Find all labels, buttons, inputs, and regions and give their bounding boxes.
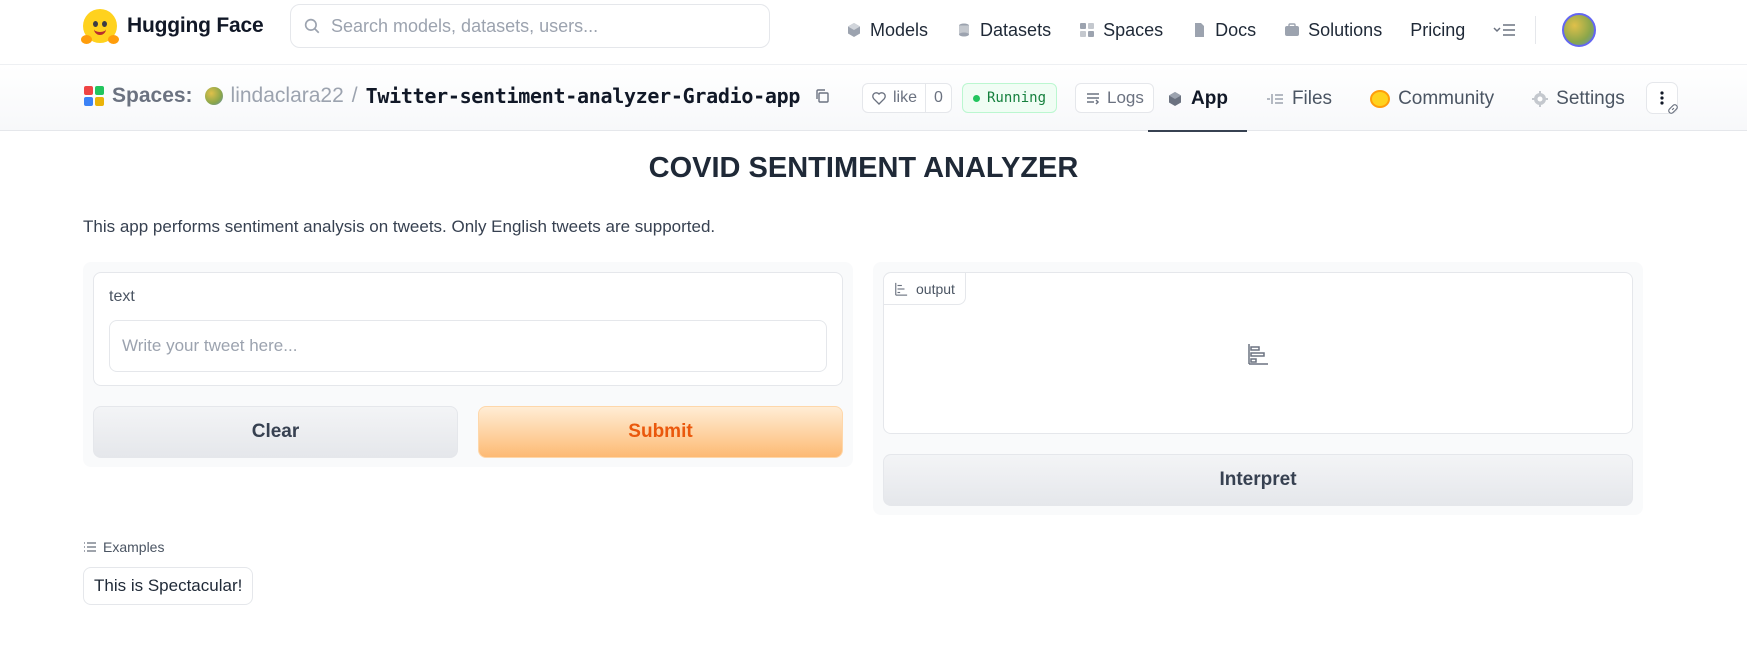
label-placeholder-icon [1248,344,1268,365]
like-label: like [893,89,918,106]
examples-header: Examples [83,539,164,555]
text-input-block: text [93,272,843,386]
tab-app-label: App [1191,87,1228,109]
space-header: Spaces: lindaclara22 / Twitter-sentiment… [0,66,1747,132]
models-icon [848,23,860,37]
main-nav: Models Datasets Spaces Docs Solutions Pr… [846,13,1597,47]
vertical-dots-icon [1660,91,1664,105]
like-count: 0 [934,89,943,106]
spaces-logo-icon [84,86,104,106]
tab-settings[interactable]: Settings [1513,66,1644,131]
datasets-icon [959,23,970,37]
output-label-tab: output [884,273,966,305]
nav-item-docs[interactable]: Docs [1191,20,1256,41]
heart-icon [872,92,886,105]
list-icon [84,542,96,552]
solutions-icon [1285,23,1300,36]
brand-name: Hugging Face [127,14,264,37]
nav-item-datasets[interactable]: Datasets [956,20,1051,41]
nav-item-models[interactable]: Models [846,20,928,41]
nav-label-spaces: Spaces [1103,19,1164,40]
tab-community[interactable]: Community [1351,66,1513,131]
output-panel: output Interpret [873,262,1643,515]
gear-icon [1532,90,1549,107]
tab-files-label: Files [1291,87,1333,109]
copy-icon[interactable] [814,88,830,104]
tab-app[interactable]: App [1148,66,1247,132]
nav-label-docs: Docs [1215,19,1257,40]
app-cube-icon [1169,91,1181,106]
breadcrumb-separator: / [351,84,358,107]
tweet-input[interactable] [109,320,827,372]
logs-label: Logs [1107,88,1144,107]
hugging-face-emoji-icon [81,9,119,44]
space-tabs: App Files Community Settings [1148,66,1644,132]
search-icon [304,18,320,34]
space-breadcrumb: Spaces: lindaclara22 / Twitter-sentiment… [84,84,830,108]
logs-button[interactable]: Logs [1075,83,1154,113]
app-description: This app performs sentiment analysis on … [83,217,716,236]
top-navbar: Hugging Face Models Datasets Spaces [0,0,1747,65]
owner-avatar [204,87,223,105]
status-dot-icon [973,94,980,102]
text-input-label: text [109,288,135,305]
like-button[interactable]: like 0 [862,83,952,113]
output-label: output [916,280,955,297]
nav-label-models: Models [870,19,929,40]
output-block: output [883,272,1633,434]
interpret-button[interactable]: Interpret [883,454,1633,506]
status-text: Running [987,90,1047,106]
community-emoji-icon [1370,89,1391,108]
example-item[interactable]: This is Spectacular! [83,567,254,605]
tab-files[interactable]: Files [1247,66,1351,131]
bar-chart-icon [895,282,908,296]
submit-button[interactable]: Submit [478,406,843,458]
search-bar[interactable] [290,4,770,48]
tab-settings-label: Settings [1556,87,1625,109]
spaces-icon [1080,23,1095,37]
app-title: COVID SENTIMENT ANALYZER [648,152,1079,184]
nav-divider [1535,16,1537,44]
nav-item-solutions[interactable]: Solutions [1284,20,1382,41]
link-icon [1668,104,1678,114]
more-menu-icon[interactable] [1493,22,1517,38]
nav-item-spaces[interactable]: Spaces [1079,20,1163,41]
hugging-face-logo[interactable]: Hugging Face [81,9,264,44]
spaces-label[interactable]: Spaces: [112,84,193,108]
nav-label-datasets: Datasets [980,19,1052,40]
owner-link[interactable]: lindaclara22 [231,84,344,108]
status-badge[interactable]: Running [962,83,1058,113]
search-input[interactable] [331,15,751,37]
files-icon [1266,93,1283,104]
nav-label-pricing: Pricing [1410,19,1466,40]
logs-icon [1087,93,1100,105]
tab-community-label: Community [1398,87,1495,109]
nav-item-pricing[interactable]: Pricing [1410,20,1465,41]
examples-label: Examples [103,539,165,555]
repo-name[interactable]: Twitter-sentiment-analyzer-Gradio-app [366,84,801,108]
clear-button[interactable]: Clear [93,406,458,458]
nav-label-solutions: Solutions [1308,19,1383,40]
docs-icon [1195,23,1205,37]
user-avatar[interactable] [1562,13,1597,47]
input-panel: text Clear Submit [83,262,853,467]
